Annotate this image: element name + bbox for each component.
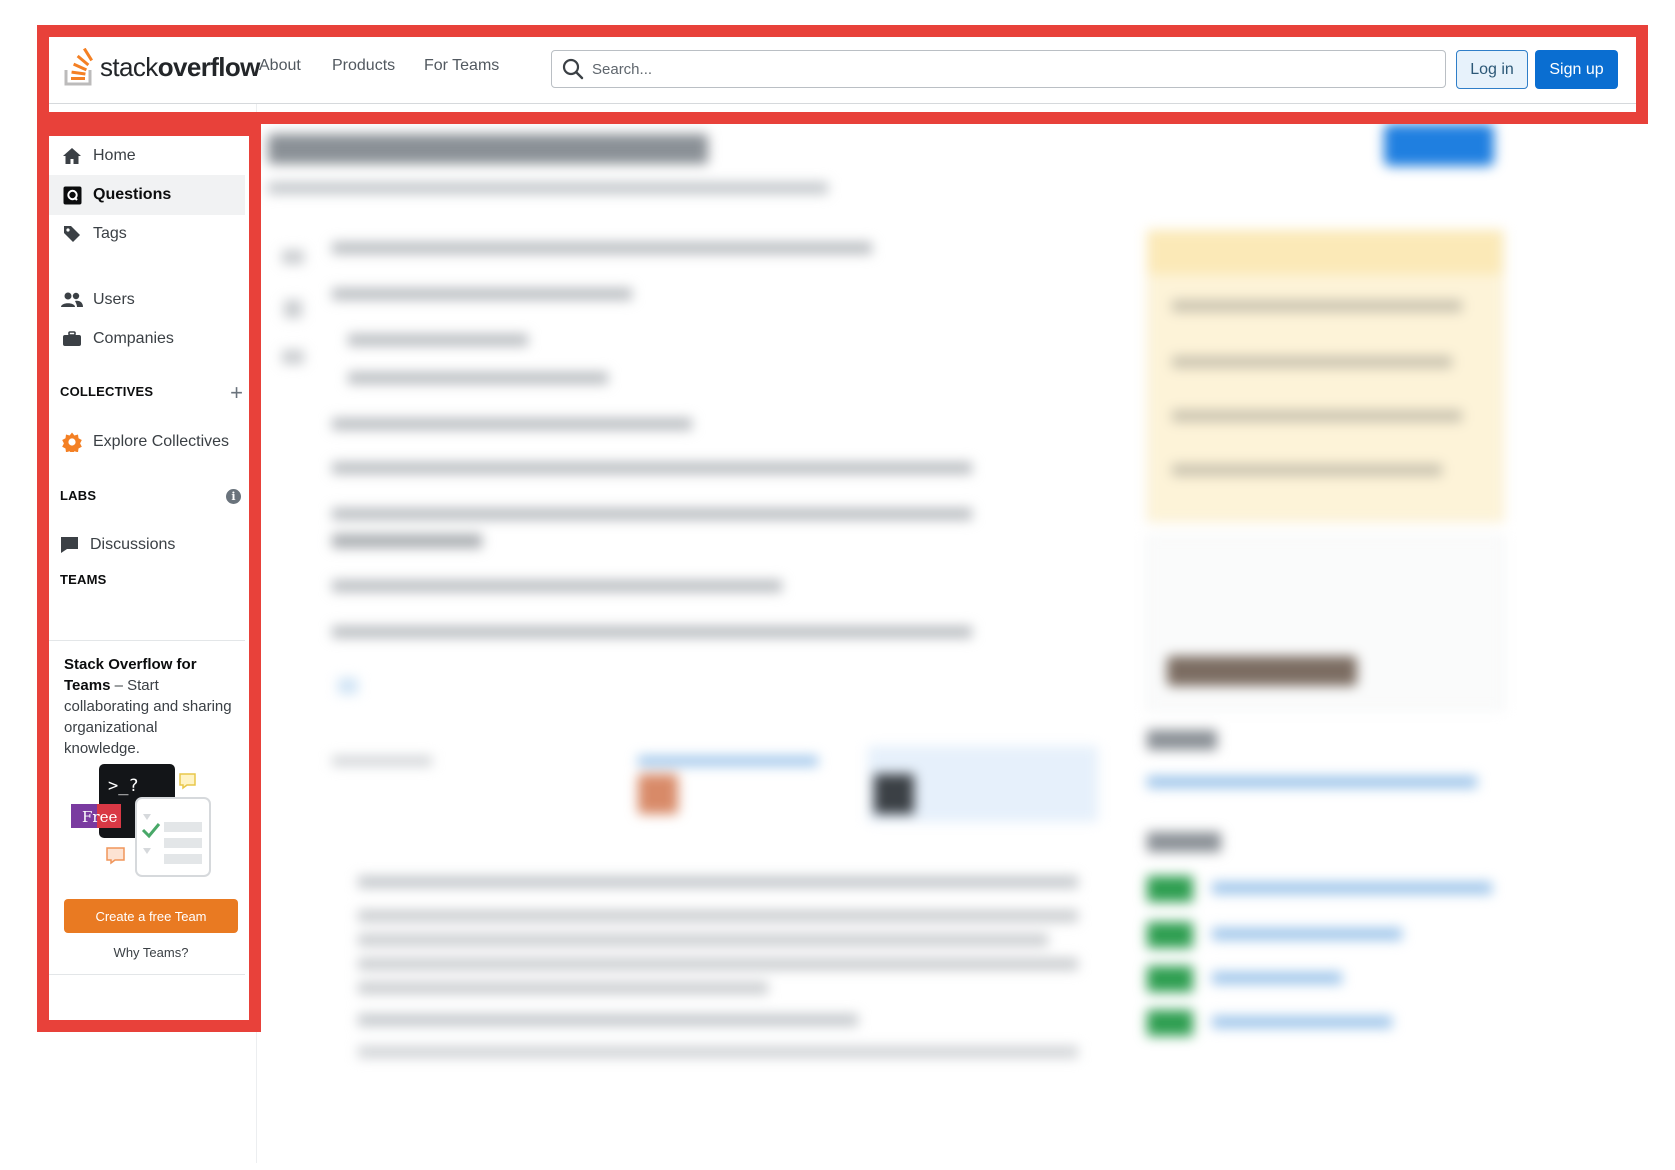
sidebar-item-explore-collectives[interactable]: Explore Collectives — [49, 422, 245, 462]
search-input[interactable] — [592, 51, 1432, 87]
stackoverflow-logo[interactable]: stackoverflow — [64, 47, 260, 87]
divider — [49, 640, 245, 641]
search-box[interactable] — [551, 50, 1446, 88]
labs-heading: LABS — [60, 488, 97, 503]
sidebar-item-companies[interactable]: Companies — [49, 319, 245, 359]
questions-icon — [61, 184, 83, 206]
left-sidebar: Home Questions Tags Users Companies COLL… — [49, 136, 249, 1020]
home-icon — [61, 145, 83, 167]
sidebar-divider — [256, 104, 257, 1163]
plus-icon[interactable]: + — [230, 382, 243, 404]
sidebar-item-users[interactable]: Users — [49, 280, 245, 320]
discussion-icon — [58, 534, 80, 556]
sidebar-item-label: Questions — [93, 186, 172, 203]
signup-button[interactable]: Sign up — [1535, 50, 1618, 89]
nav-for-teams[interactable]: For Teams — [424, 57, 499, 75]
tag-icon — [61, 223, 83, 245]
sidebar-item-label: Tags — [93, 225, 127, 242]
sidebar-item-label: Home — [93, 147, 136, 164]
search-icon — [562, 58, 584, 80]
nav-about[interactable]: About — [259, 57, 301, 75]
terminal-prompt: >_? — [108, 776, 139, 796]
why-teams-link[interactable]: Why Teams? — [64, 945, 238, 960]
teams-illustration: >_? Free — [71, 764, 211, 877]
info-icon[interactable]: i — [226, 489, 241, 504]
briefcase-icon — [61, 328, 83, 350]
nav-products[interactable]: Products — [332, 57, 395, 75]
sidebar-item-home[interactable]: Home — [49, 136, 245, 176]
sidebar-item-label: Users — [93, 291, 135, 308]
free-badge: Free — [82, 808, 117, 826]
sidebar-item-label: Companies — [93, 330, 174, 347]
create-free-team-button[interactable]: Create a free Team — [64, 899, 238, 933]
sidebar-item-tags[interactable]: Tags — [49, 214, 245, 254]
header-divider — [49, 103, 1636, 104]
login-button[interactable]: Log in — [1456, 50, 1528, 89]
sidebar-item-label: Discussions — [90, 536, 176, 553]
divider — [49, 974, 245, 975]
collectives-heading: COLLECTIVES — [60, 384, 154, 399]
top-bar: stackoverflow About Products For Teams L… — [49, 37, 1636, 105]
collectives-icon — [61, 431, 83, 453]
users-icon — [61, 289, 83, 311]
logo-text: stackoverflow — [100, 51, 260, 82]
teams-promo-text: Stack Overflow for Teams – Start collabo… — [64, 654, 234, 759]
sidebar-item-discussions[interactable]: Discussions — [49, 525, 245, 565]
blurred-main-content — [262, 110, 1662, 1170]
stackoverflow-logo-icon — [64, 48, 93, 86]
sidebar-item-questions[interactable]: Questions — [49, 175, 245, 215]
sidebar-item-label: Explore Collectives — [93, 433, 230, 450]
teams-heading: TEAMS — [60, 572, 107, 587]
